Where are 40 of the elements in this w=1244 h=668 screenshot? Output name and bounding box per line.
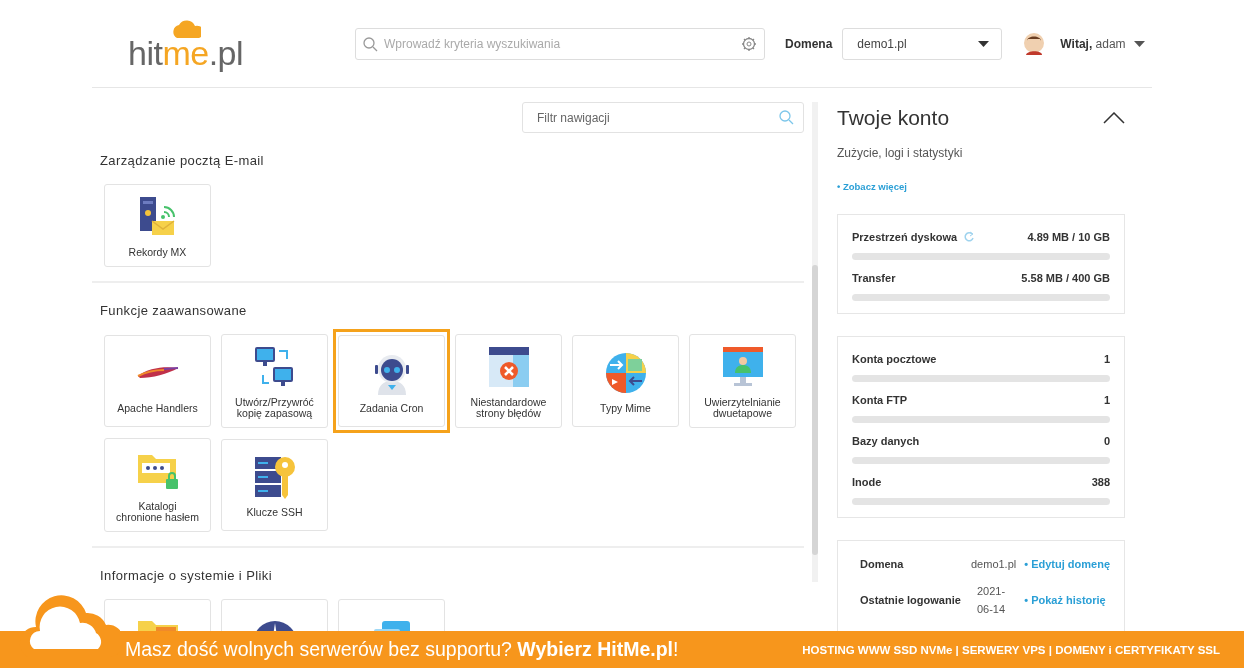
site-logo[interactable]: hitme.pl (129, 17, 242, 70)
domain-label: Domena (785, 36, 833, 51)
detail-value: demo1.pl (971, 557, 1017, 572)
tool-tile[interactable]: Zadania Cron (333, 329, 450, 434)
settings-icon[interactable] (741, 35, 757, 52)
detail-label: Domena (860, 558, 905, 571)
stat-label: Inode (852, 476, 882, 488)
stat-value: 1 (1103, 394, 1110, 406)
detail-label: Ostatnie logowanie (860, 594, 962, 607)
panel-title: Twoje konto (837, 106, 950, 130)
panel-subtitle: Zużycie, logi i statystyki (837, 146, 963, 160)
scrollbar[interactable] (812, 102, 818, 582)
search-field[interactable]: Wprowadź kryteria wyszukiwania (355, 27, 765, 60)
avatar-icon[interactable] (1024, 32, 1045, 55)
section-title: Zarządzanie pocztą E-mail (100, 152, 264, 168)
stat-label: Bazy danych (852, 435, 920, 447)
stat-label: Transfer (852, 272, 896, 284)
caret-icon (978, 40, 990, 47)
feather-icon (136, 365, 179, 380)
stat-value: 1 (1103, 353, 1110, 365)
search-icon (779, 110, 794, 125)
promo-services: HOSTING WWW SSD NVMe | SERWERY VPS | DOMENY i CERTYFIKATY SSL (802, 643, 1220, 656)
section-title: Informacje o systemie i Pliki (100, 567, 272, 584)
stat-label: Konta FTP (852, 394, 907, 406)
promo-message: Masz dość wolnych serwerów bez supportu? Wybierz HitMe.pl! (125, 638, 679, 661)
section-title: Funkcje zaawansowane (100, 302, 247, 318)
stat-value: 5.58 MB / 400 GB (1021, 272, 1110, 284)
stat-value: 4.89 MB / 10 GB (1027, 231, 1110, 243)
stat-label: Konta pocztowe (852, 353, 937, 365)
domain-select[interactable]: demo1.pl (842, 27, 1003, 60)
stat-label: Przestrzeń dyskowa (852, 231, 958, 243)
user-greeting[interactable]: Witaj, adam (1060, 36, 1126, 51)
detail-value: 2021-06-14 (975, 583, 1007, 618)
chevron-up-icon[interactable] (1103, 112, 1125, 124)
stat-value: 0 (1103, 435, 1110, 447)
stat-value: 388 (1091, 476, 1110, 488)
scrollbar-thumb[interactable] (812, 265, 818, 555)
filter-field[interactable]: Filtr nawigacji (522, 102, 804, 133)
search-icon (363, 36, 378, 52)
caret-icon[interactable] (1133, 40, 1145, 47)
